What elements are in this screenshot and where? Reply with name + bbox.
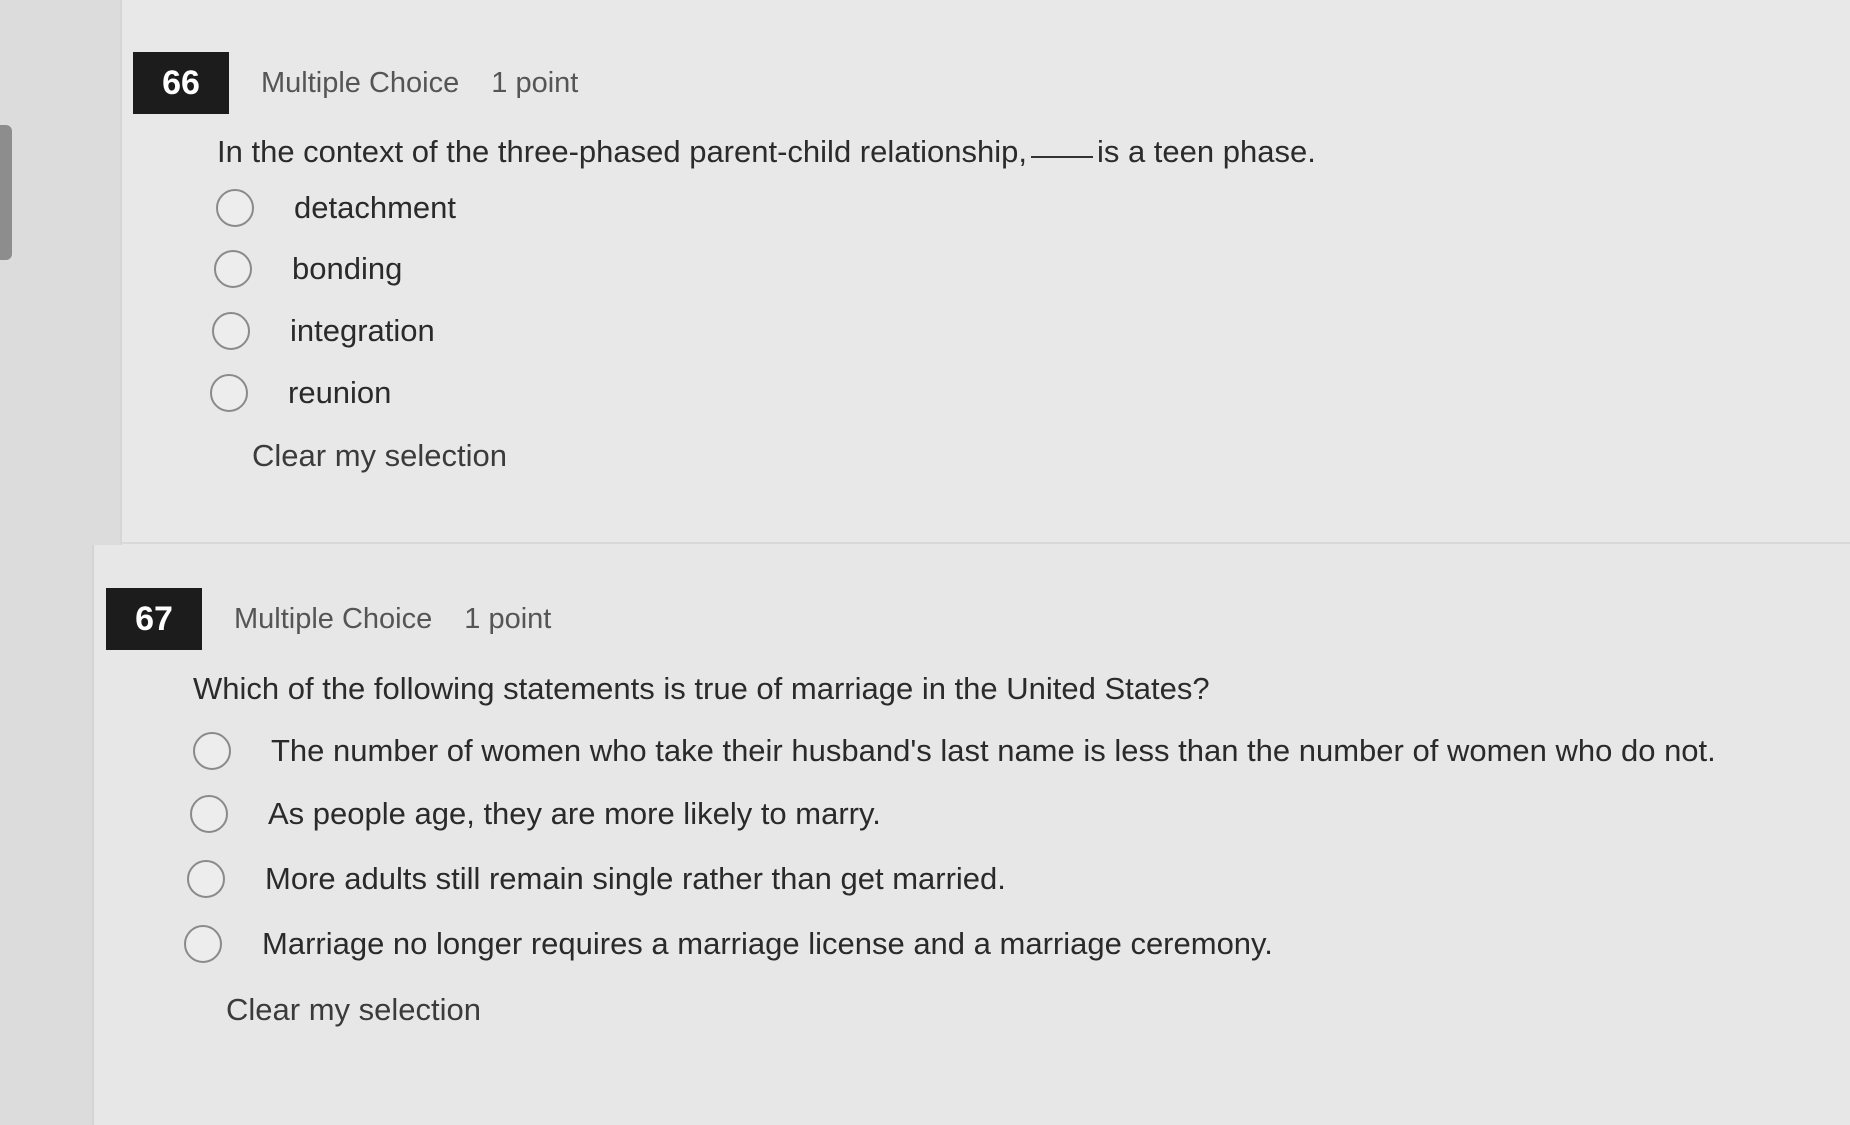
question-stem-end: is a teen phase. xyxy=(1096,134,1316,169)
option-label: More adults still remain single rather t… xyxy=(265,861,1006,896)
radio-button[interactable] xyxy=(210,374,248,412)
option-label: integration xyxy=(290,313,435,348)
option-label: detachment xyxy=(294,190,456,225)
question-67: 67 Multiple Choice 1 point Which of the … xyxy=(106,588,1836,1048)
clear-selection-link[interactable]: Clear my selection xyxy=(252,438,507,474)
option-license-ceremony[interactable]: Marriage no longer requires a marriage l… xyxy=(184,925,1273,963)
option-detachment[interactable]: detachment xyxy=(216,189,456,227)
option-label: As people age, they are more likely to m… xyxy=(268,796,881,831)
question-number-badge: 66 xyxy=(133,52,229,114)
question-number-badge: 67 xyxy=(106,588,202,650)
option-bonding[interactable]: bonding xyxy=(214,250,402,288)
option-age-marry[interactable]: As people age, they are more likely to m… xyxy=(190,795,881,833)
question-header: 67 Multiple Choice 1 point xyxy=(106,588,551,650)
clear-selection-link[interactable]: Clear my selection xyxy=(226,992,481,1028)
option-label: reunion xyxy=(288,375,392,410)
question-divider xyxy=(122,542,1850,544)
question-66: 66 Multiple Choice 1 point In the contex… xyxy=(133,52,1833,492)
option-reunion[interactable]: reunion xyxy=(210,374,391,412)
question-type: Multiple Choice xyxy=(234,602,433,635)
option-label: bonding xyxy=(292,251,403,286)
radio-button[interactable] xyxy=(214,250,252,288)
question-points: 1 point xyxy=(491,66,579,99)
question-type: Multiple Choice xyxy=(261,66,460,99)
question-stem: Which of the following statements is tru… xyxy=(193,671,1210,706)
radio-button[interactable] xyxy=(187,860,225,898)
option-remain-single[interactable]: More adults still remain single rather t… xyxy=(187,860,1006,898)
question-header: 66 Multiple Choice 1 point xyxy=(133,52,578,114)
question-points: 1 point xyxy=(464,602,552,635)
radio-button[interactable] xyxy=(184,925,222,963)
option-integration[interactable]: integration xyxy=(212,312,435,350)
radio-button[interactable] xyxy=(212,312,250,350)
radio-button[interactable] xyxy=(193,732,231,770)
answer-blank xyxy=(1030,156,1093,158)
radio-button[interactable] xyxy=(190,795,228,833)
option-label: The number of women who take their husba… xyxy=(271,733,1716,768)
option-last-name[interactable]: The number of women who take their husba… xyxy=(193,732,1716,770)
question-stem-start: In the context of the three-phased paren… xyxy=(217,134,1027,169)
scrollbar-thumb[interactable] xyxy=(0,125,12,260)
option-label: Marriage no longer requires a marriage l… xyxy=(262,926,1273,961)
radio-button[interactable] xyxy=(216,189,254,227)
question-stem: In the context of the three-phased paren… xyxy=(217,134,1316,170)
